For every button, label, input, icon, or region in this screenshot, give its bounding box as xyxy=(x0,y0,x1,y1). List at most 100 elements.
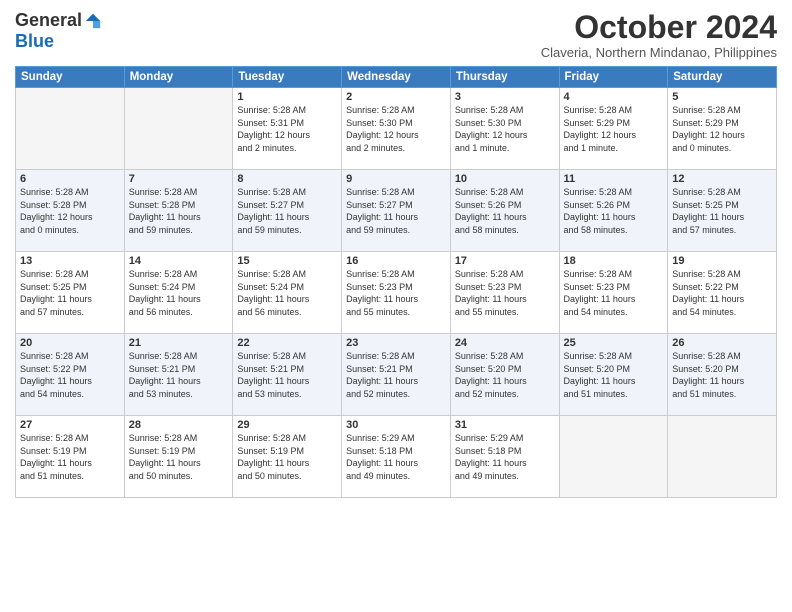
table-row: 7Sunrise: 5:28 AM Sunset: 5:28 PM Daylig… xyxy=(124,170,233,252)
header-saturday: Saturday xyxy=(668,67,777,88)
day-info: Sunrise: 5:28 AM Sunset: 5:19 PM Dayligh… xyxy=(20,432,120,482)
table-row: 28Sunrise: 5:28 AM Sunset: 5:19 PM Dayli… xyxy=(124,416,233,498)
header-thursday: Thursday xyxy=(450,67,559,88)
day-info: Sunrise: 5:28 AM Sunset: 5:27 PM Dayligh… xyxy=(346,186,446,236)
day-info: Sunrise: 5:28 AM Sunset: 5:21 PM Dayligh… xyxy=(237,350,337,400)
table-row: 8Sunrise: 5:28 AM Sunset: 5:27 PM Daylig… xyxy=(233,170,342,252)
day-number: 18 xyxy=(564,255,664,267)
day-number: 31 xyxy=(455,419,555,431)
table-row: 23Sunrise: 5:28 AM Sunset: 5:21 PM Dayli… xyxy=(342,334,451,416)
day-number: 11 xyxy=(564,173,664,185)
table-row: 18Sunrise: 5:28 AM Sunset: 5:23 PM Dayli… xyxy=(559,252,668,334)
logo-blue-text: Blue xyxy=(15,31,54,52)
table-row xyxy=(559,416,668,498)
table-row: 20Sunrise: 5:28 AM Sunset: 5:22 PM Dayli… xyxy=(16,334,125,416)
table-row: 25Sunrise: 5:28 AM Sunset: 5:20 PM Dayli… xyxy=(559,334,668,416)
day-info: Sunrise: 5:28 AM Sunset: 5:21 PM Dayligh… xyxy=(346,350,446,400)
table-row: 9Sunrise: 5:28 AM Sunset: 5:27 PM Daylig… xyxy=(342,170,451,252)
day-info: Sunrise: 5:28 AM Sunset: 5:23 PM Dayligh… xyxy=(564,268,664,318)
day-info: Sunrise: 5:28 AM Sunset: 5:20 PM Dayligh… xyxy=(455,350,555,400)
header-friday: Friday xyxy=(559,67,668,88)
day-info: Sunrise: 5:28 AM Sunset: 5:25 PM Dayligh… xyxy=(672,186,772,236)
logo: General Blue xyxy=(15,10,102,52)
calendar-week-row: 13Sunrise: 5:28 AM Sunset: 5:25 PM Dayli… xyxy=(16,252,777,334)
table-row: 17Sunrise: 5:28 AM Sunset: 5:23 PM Dayli… xyxy=(450,252,559,334)
day-info: Sunrise: 5:28 AM Sunset: 5:26 PM Dayligh… xyxy=(455,186,555,236)
table-row: 27Sunrise: 5:28 AM Sunset: 5:19 PM Dayli… xyxy=(16,416,125,498)
day-number: 1 xyxy=(237,91,337,103)
header-sunday: Sunday xyxy=(16,67,125,88)
header: General Blue October 2024 Claveria, Nort… xyxy=(15,10,777,60)
day-number: 13 xyxy=(20,255,120,267)
logo-general-text: General xyxy=(15,10,82,31)
day-number: 8 xyxy=(237,173,337,185)
day-info: Sunrise: 5:28 AM Sunset: 5:23 PM Dayligh… xyxy=(455,268,555,318)
day-info: Sunrise: 5:28 AM Sunset: 5:28 PM Dayligh… xyxy=(129,186,229,236)
day-info: Sunrise: 5:28 AM Sunset: 5:29 PM Dayligh… xyxy=(672,104,772,154)
day-info: Sunrise: 5:28 AM Sunset: 5:24 PM Dayligh… xyxy=(237,268,337,318)
table-row: 2Sunrise: 5:28 AM Sunset: 5:30 PM Daylig… xyxy=(342,88,451,170)
table-row: 13Sunrise: 5:28 AM Sunset: 5:25 PM Dayli… xyxy=(16,252,125,334)
day-info: Sunrise: 5:28 AM Sunset: 5:20 PM Dayligh… xyxy=(564,350,664,400)
day-number: 6 xyxy=(20,173,120,185)
day-info: Sunrise: 5:28 AM Sunset: 5:26 PM Dayligh… xyxy=(564,186,664,236)
calendar-header-row: Sunday Monday Tuesday Wednesday Thursday… xyxy=(16,67,777,88)
day-number: 23 xyxy=(346,337,446,349)
table-row: 29Sunrise: 5:28 AM Sunset: 5:19 PM Dayli… xyxy=(233,416,342,498)
header-tuesday: Tuesday xyxy=(233,67,342,88)
day-info: Sunrise: 5:29 AM Sunset: 5:18 PM Dayligh… xyxy=(455,432,555,482)
header-wednesday: Wednesday xyxy=(342,67,451,88)
table-row: 31Sunrise: 5:29 AM Sunset: 5:18 PM Dayli… xyxy=(450,416,559,498)
day-number: 20 xyxy=(20,337,120,349)
day-number: 22 xyxy=(237,337,337,349)
table-row: 15Sunrise: 5:28 AM Sunset: 5:24 PM Dayli… xyxy=(233,252,342,334)
table-row: 26Sunrise: 5:28 AM Sunset: 5:20 PM Dayli… xyxy=(668,334,777,416)
day-number: 7 xyxy=(129,173,229,185)
table-row: 4Sunrise: 5:28 AM Sunset: 5:29 PM Daylig… xyxy=(559,88,668,170)
day-info: Sunrise: 5:28 AM Sunset: 5:23 PM Dayligh… xyxy=(346,268,446,318)
day-number: 21 xyxy=(129,337,229,349)
table-row: 12Sunrise: 5:28 AM Sunset: 5:25 PM Dayli… xyxy=(668,170,777,252)
day-info: Sunrise: 5:28 AM Sunset: 5:31 PM Dayligh… xyxy=(237,104,337,154)
day-info: Sunrise: 5:28 AM Sunset: 5:19 PM Dayligh… xyxy=(129,432,229,482)
day-number: 9 xyxy=(346,173,446,185)
table-row: 3Sunrise: 5:28 AM Sunset: 5:30 PM Daylig… xyxy=(450,88,559,170)
day-number: 12 xyxy=(672,173,772,185)
table-row: 11Sunrise: 5:28 AM Sunset: 5:26 PM Dayli… xyxy=(559,170,668,252)
table-row: 1Sunrise: 5:28 AM Sunset: 5:31 PM Daylig… xyxy=(233,88,342,170)
table-row: 16Sunrise: 5:28 AM Sunset: 5:23 PM Dayli… xyxy=(342,252,451,334)
table-row: 19Sunrise: 5:28 AM Sunset: 5:22 PM Dayli… xyxy=(668,252,777,334)
title-block: October 2024 Claveria, Northern Mindanao… xyxy=(541,10,777,60)
day-info: Sunrise: 5:28 AM Sunset: 5:22 PM Dayligh… xyxy=(672,268,772,318)
day-number: 19 xyxy=(672,255,772,267)
table-row: 30Sunrise: 5:29 AM Sunset: 5:18 PM Dayli… xyxy=(342,416,451,498)
day-info: Sunrise: 5:28 AM Sunset: 5:30 PM Dayligh… xyxy=(455,104,555,154)
day-info: Sunrise: 5:28 AM Sunset: 5:30 PM Dayligh… xyxy=(346,104,446,154)
day-number: 4 xyxy=(564,91,664,103)
day-info: Sunrise: 5:28 AM Sunset: 5:28 PM Dayligh… xyxy=(20,186,120,236)
day-number: 24 xyxy=(455,337,555,349)
month-title: October 2024 xyxy=(541,10,777,45)
day-info: Sunrise: 5:29 AM Sunset: 5:18 PM Dayligh… xyxy=(346,432,446,482)
day-info: Sunrise: 5:28 AM Sunset: 5:20 PM Dayligh… xyxy=(672,350,772,400)
day-number: 30 xyxy=(346,419,446,431)
day-info: Sunrise: 5:28 AM Sunset: 5:24 PM Dayligh… xyxy=(129,268,229,318)
day-number: 28 xyxy=(129,419,229,431)
logo-icon xyxy=(84,12,102,30)
calendar-week-row: 27Sunrise: 5:28 AM Sunset: 5:19 PM Dayli… xyxy=(16,416,777,498)
day-number: 10 xyxy=(455,173,555,185)
table-row: 5Sunrise: 5:28 AM Sunset: 5:29 PM Daylig… xyxy=(668,88,777,170)
page: General Blue October 2024 Claveria, Nort… xyxy=(0,0,792,612)
table-row: 24Sunrise: 5:28 AM Sunset: 5:20 PM Dayli… xyxy=(450,334,559,416)
table-row: 14Sunrise: 5:28 AM Sunset: 5:24 PM Dayli… xyxy=(124,252,233,334)
day-number: 14 xyxy=(129,255,229,267)
location-subtitle: Claveria, Northern Mindanao, Philippines xyxy=(541,45,777,60)
table-row: 10Sunrise: 5:28 AM Sunset: 5:26 PM Dayli… xyxy=(450,170,559,252)
header-monday: Monday xyxy=(124,67,233,88)
day-number: 27 xyxy=(20,419,120,431)
table-row: 22Sunrise: 5:28 AM Sunset: 5:21 PM Dayli… xyxy=(233,334,342,416)
table-row xyxy=(16,88,125,170)
day-number: 26 xyxy=(672,337,772,349)
day-number: 25 xyxy=(564,337,664,349)
day-info: Sunrise: 5:28 AM Sunset: 5:22 PM Dayligh… xyxy=(20,350,120,400)
